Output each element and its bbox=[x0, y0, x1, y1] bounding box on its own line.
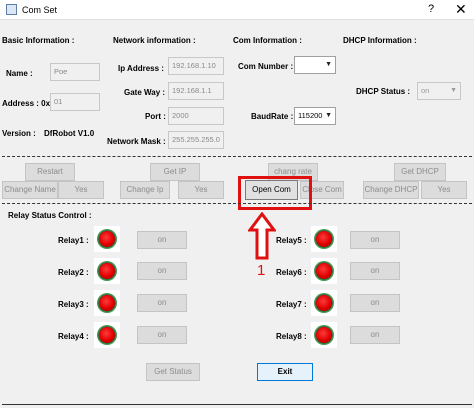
close-button[interactable]: ✕ bbox=[455, 1, 467, 18]
led-icon bbox=[315, 294, 333, 312]
help-button[interactable]: ? bbox=[428, 3, 434, 15]
get-status-button[interactable]: Get Status bbox=[146, 363, 200, 381]
relay8-label: Relay8 : bbox=[276, 332, 307, 341]
bottom-border bbox=[2, 404, 472, 405]
address-field[interactable]: 01 bbox=[50, 93, 100, 111]
relay1-on-button[interactable]: on bbox=[137, 231, 187, 249]
change-name-button[interactable]: Change Name bbox=[2, 181, 58, 199]
get-ip-button[interactable]: Get IP bbox=[150, 163, 200, 181]
ip-address-field[interactable]: 192.168.1.10 bbox=[168, 57, 224, 75]
relay4-indicator bbox=[94, 322, 120, 348]
dhcp-status-label: DHCP Status : bbox=[356, 87, 411, 96]
gateway-field[interactable]: 192.168.1.1 bbox=[168, 82, 224, 100]
dhcp-status-value: on bbox=[421, 86, 430, 95]
led-icon bbox=[98, 230, 116, 248]
network-info-heading: Network information : bbox=[113, 36, 196, 45]
baudrate-value: 115200 bbox=[298, 111, 323, 120]
version-label: Version : bbox=[2, 129, 36, 138]
relay7-indicator bbox=[311, 290, 337, 316]
basic-info-heading: Basic Information : bbox=[2, 36, 75, 45]
window-title: Com Set bbox=[22, 5, 58, 15]
ip-address-label: Ip Address : bbox=[118, 64, 164, 73]
network-mask-label: Network Mask : bbox=[107, 137, 166, 146]
relay8-on-button[interactable]: on bbox=[350, 326, 400, 344]
port-field[interactable]: 2000 bbox=[168, 107, 224, 125]
change-name-yes-button[interactable]: Yes bbox=[58, 181, 104, 199]
baudrate-select[interactable]: 115200 ▼ bbox=[294, 107, 336, 125]
dhcp-status-select[interactable]: on ▼ bbox=[417, 82, 461, 100]
gateway-label: Gate Way : bbox=[124, 88, 166, 97]
com-info-heading: Com Information : bbox=[233, 36, 302, 45]
relay7-label: Relay7 : bbox=[276, 300, 307, 309]
relay-control-heading: Relay Status Control : bbox=[8, 211, 92, 220]
address-label: Address : 0x bbox=[2, 99, 51, 108]
version-value: DfRobot V1.0 bbox=[44, 129, 95, 138]
led-icon bbox=[98, 262, 116, 280]
change-dhcp-button[interactable]: Change DHCP bbox=[363, 181, 419, 199]
com-number-select[interactable]: ▼ bbox=[294, 56, 336, 74]
relay6-on-button[interactable]: on bbox=[350, 262, 400, 280]
name-field[interactable]: Poe bbox=[50, 63, 100, 81]
divider-bottom bbox=[2, 203, 472, 204]
change-dhcp-yes-button[interactable]: Yes bbox=[421, 181, 467, 199]
annotation-step-number: 1 bbox=[257, 262, 266, 279]
change-ip-yes-button[interactable]: Yes bbox=[178, 181, 224, 199]
restart-button[interactable]: Restart bbox=[25, 163, 75, 181]
com-number-label: Com Number : bbox=[238, 62, 294, 71]
relay2-on-button[interactable]: on bbox=[137, 262, 187, 280]
divider-top bbox=[2, 156, 472, 157]
relay1-label: Relay1 : bbox=[58, 236, 89, 245]
title-bar: Com Set ? ✕ bbox=[0, 0, 474, 20]
highlight-box bbox=[238, 176, 312, 210]
network-mask-field[interactable]: 255.255.255.0 bbox=[168, 131, 224, 149]
chevron-down-icon: ▼ bbox=[325, 112, 332, 119]
get-dhcp-button[interactable]: Get DHCP bbox=[394, 163, 446, 181]
relay4-on-button[interactable]: on bbox=[137, 326, 187, 344]
led-icon bbox=[98, 294, 116, 312]
led-icon bbox=[98, 326, 116, 344]
relay2-indicator bbox=[94, 258, 120, 284]
chevron-down-icon: ▼ bbox=[325, 61, 332, 68]
relay5-indicator bbox=[311, 226, 337, 252]
relay6-indicator bbox=[311, 258, 337, 284]
window-icon bbox=[6, 4, 17, 15]
led-icon bbox=[315, 262, 333, 280]
relay3-on-button[interactable]: on bbox=[137, 294, 187, 312]
change-ip-button[interactable]: Change Ip bbox=[120, 181, 170, 199]
led-icon bbox=[315, 230, 333, 248]
relay8-indicator bbox=[311, 322, 337, 348]
relay2-label: Relay2 : bbox=[58, 268, 89, 277]
up-arrow-icon bbox=[248, 212, 276, 260]
relay7-on-button[interactable]: on bbox=[350, 294, 400, 312]
chevron-down-icon: ▼ bbox=[450, 87, 457, 94]
name-label: Name : bbox=[6, 69, 33, 78]
relay3-indicator bbox=[94, 290, 120, 316]
relay4-label: Relay4 : bbox=[58, 332, 89, 341]
relay5-on-button[interactable]: on bbox=[350, 231, 400, 249]
exit-button[interactable]: Exit bbox=[257, 363, 313, 381]
relay6-label: Relay6 : bbox=[276, 268, 307, 277]
relay1-indicator bbox=[94, 226, 120, 252]
port-label: Port : bbox=[145, 112, 166, 121]
baudrate-label: BaudRate : bbox=[251, 112, 294, 121]
led-icon bbox=[315, 326, 333, 344]
relay5-label: Relay5 : bbox=[276, 236, 307, 245]
relay3-label: Relay3 : bbox=[58, 300, 89, 309]
dhcp-info-heading: DHCP Information : bbox=[343, 36, 417, 45]
